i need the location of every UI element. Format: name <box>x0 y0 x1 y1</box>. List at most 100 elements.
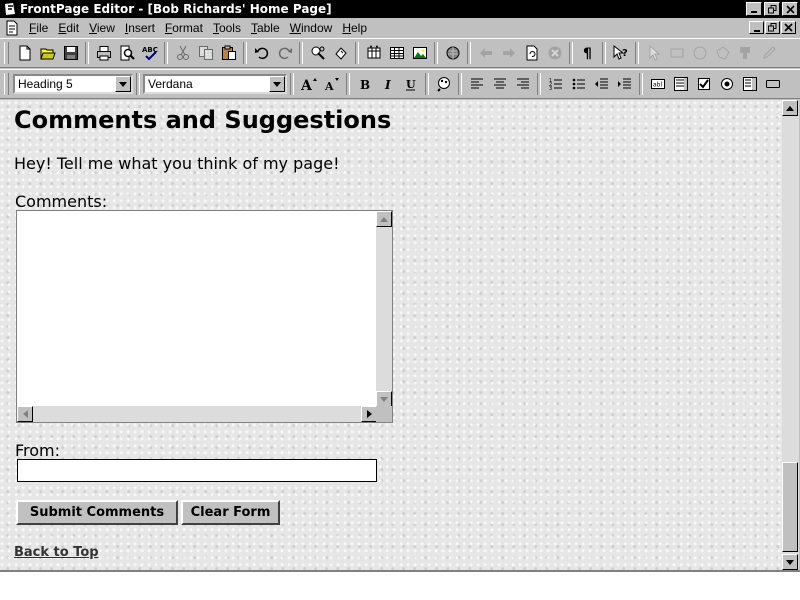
pointer-icon[interactable] <box>642 42 665 64</box>
format-toolbar: Heading 5 Verdana A A B I U 123 abl <box>0 69 800 99</box>
toolbar-grip[interactable] <box>4 73 9 95</box>
svg-text:I: I <box>384 78 391 92</box>
dropdown-icon[interactable] <box>738 73 761 95</box>
save-icon[interactable] <box>59 42 82 64</box>
scrolling-text-icon[interactable] <box>669 73 692 95</box>
menu-view[interactable]: View <box>84 21 120 35</box>
vertical-scrollbar[interactable] <box>782 100 799 570</box>
align-center-icon[interactable] <box>488 73 511 95</box>
bulleted-list-icon[interactable] <box>567 73 590 95</box>
doc-restore-button[interactable] <box>765 21 780 34</box>
back-to-top-link[interactable]: Back to Top <box>14 545 99 560</box>
textarea-horizontal-scrollbar[interactable] <box>17 406 377 422</box>
toolbar-grip[interactable] <box>4 42 9 64</box>
undo-icon[interactable] <box>250 42 273 64</box>
polygon-icon[interactable] <box>711 42 734 64</box>
fill-icon[interactable] <box>734 42 757 64</box>
scroll-down-icon[interactable] <box>376 391 392 407</box>
help-icon[interactable]: ? <box>609 42 632 64</box>
cut-icon[interactable] <box>171 42 194 64</box>
menu-insert[interactable]: Insert <box>120 21 160 35</box>
textarea-vertical-scrollbar[interactable] <box>376 211 392 407</box>
frontpage-app-icon[interactable] <box>3 2 17 16</box>
increase-indent-icon[interactable] <box>613 73 636 95</box>
menu-edit[interactable]: Edit <box>53 21 84 35</box>
document-icon[interactable] <box>4 20 20 36</box>
underline-icon[interactable]: U <box>399 73 422 95</box>
redo-icon[interactable] <box>273 42 296 64</box>
image-icon[interactable] <box>408 42 431 64</box>
scroll-right-icon[interactable] <box>361 406 377 422</box>
forward-icon[interactable] <box>497 42 520 64</box>
open-icon[interactable] <box>36 42 59 64</box>
chevron-down-icon[interactable] <box>115 76 131 92</box>
pencil-icon[interactable] <box>757 42 780 64</box>
close-button[interactable] <box>782 2 798 16</box>
font-dropdown-value: Verdana <box>148 77 193 91</box>
paste-icon[interactable] <box>217 42 240 64</box>
svg-text:A: A <box>301 78 313 92</box>
doc-close-button[interactable] <box>781 21 796 34</box>
standard-toolbar: ABC ¶ ? <box>0 38 800 68</box>
menu-table[interactable]: Table <box>246 21 285 35</box>
style-dropdown[interactable]: Heading 5 <box>13 74 133 94</box>
bold-icon[interactable]: B <box>353 73 376 95</box>
font-dropdown[interactable]: Verdana <box>143 74 287 94</box>
refresh-icon[interactable] <box>520 42 543 64</box>
text-color-icon[interactable] <box>432 73 455 95</box>
menu-help[interactable]: Help <box>337 21 372 35</box>
italic-icon[interactable]: I <box>376 73 399 95</box>
checkbox-icon[interactable] <box>692 73 715 95</box>
decrease-font-icon[interactable]: A <box>320 73 343 95</box>
scroll-left-icon[interactable] <box>17 406 33 422</box>
restore-button[interactable] <box>764 2 780 16</box>
from-input[interactable] <box>17 459 377 482</box>
submit-comments-button[interactable]: Submit Comments <box>16 500 178 525</box>
format-painter-icon[interactable] <box>329 42 352 64</box>
comments-textarea[interactable] <box>16 210 393 423</box>
scroll-up-icon[interactable] <box>376 211 392 227</box>
back-icon[interactable] <box>474 42 497 64</box>
circle-icon[interactable] <box>688 42 711 64</box>
status-bar <box>0 570 800 600</box>
push-button-icon[interactable] <box>761 73 784 95</box>
copy-icon[interactable] <box>194 42 217 64</box>
svg-text:abl: abl <box>653 82 662 89</box>
scroll-up-icon[interactable] <box>782 100 798 116</box>
menu-tools[interactable]: Tools <box>208 21 246 35</box>
intro-text: Hey! Tell me what you think of my page! <box>14 154 340 173</box>
textarea-scroll-corner <box>376 406 392 422</box>
style-dropdown-value: Heading 5 <box>18 77 73 91</box>
stop-icon[interactable] <box>543 42 566 64</box>
doc-minimize-button[interactable] <box>749 21 764 34</box>
menu-format[interactable]: Format <box>160 21 208 35</box>
new-icon[interactable] <box>13 42 36 64</box>
radio-button-icon[interactable] <box>715 73 738 95</box>
scrollbar-thumb[interactable] <box>782 462 798 552</box>
minimize-button[interactable] <box>746 2 762 16</box>
paragraph-marks-icon[interactable]: ¶ <box>576 42 599 64</box>
table-icon[interactable] <box>385 42 408 64</box>
text-box-icon[interactable]: abl <box>646 73 669 95</box>
spell-check-icon[interactable]: ABC <box>138 42 161 64</box>
rectangle-icon[interactable] <box>665 42 688 64</box>
clear-form-button[interactable]: Clear Form <box>181 500 280 525</box>
svg-text:?: ? <box>622 48 628 59</box>
increase-font-icon[interactable]: A <box>297 73 320 95</box>
decrease-indent-icon[interactable] <box>590 73 613 95</box>
hyperlink-icon[interactable] <box>441 42 464 64</box>
menu-window[interactable]: Window <box>285 21 338 35</box>
menu-file[interactable]: File <box>24 21 53 35</box>
comments-label: Comments: <box>15 192 108 211</box>
align-left-icon[interactable] <box>465 73 488 95</box>
chevron-down-icon[interactable] <box>269 76 285 92</box>
print-icon[interactable] <box>92 42 115 64</box>
svg-text:U: U <box>406 78 416 91</box>
scroll-down-icon[interactable] <box>782 554 798 570</box>
numbered-list-icon[interactable]: 123 <box>544 73 567 95</box>
insert-table-icon[interactable] <box>362 42 385 64</box>
print-preview-icon[interactable] <box>115 42 138 64</box>
webbot-icon[interactable] <box>306 42 329 64</box>
align-right-icon[interactable] <box>511 73 534 95</box>
title-bar: FrontPage Editor - [Bob Richards' Home P… <box>0 0 800 18</box>
